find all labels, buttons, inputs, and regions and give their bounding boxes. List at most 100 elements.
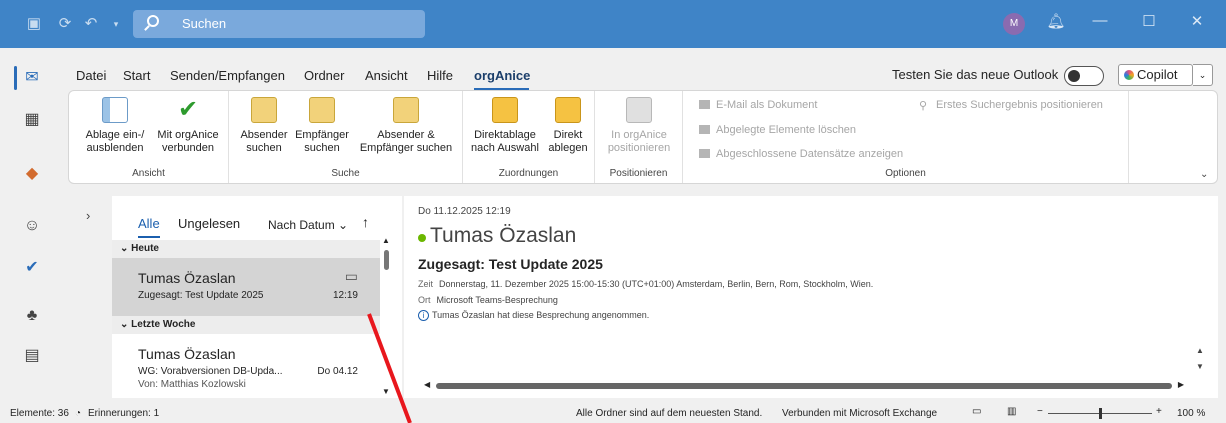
horizontal-scrollbar[interactable]: ◀ ▶ [424,380,1184,390]
calendar-icon[interactable]: ▦ [18,106,46,134]
group-header-today[interactable]: ⌄ Heute [112,240,380,258]
item-time: 12:19 [332,290,358,301]
ablage-toggle-button[interactable]: Ablage ein-/ ausblenden [79,97,151,155]
menu-senden-empfangen[interactable]: Senden/Empfangen [170,68,285,83]
status-reminders[interactable]: Erinnerungen: 1 [88,408,159,419]
reading-pane: Do 11.12.2025 12:19 Tumas Özaslan Zugesa… [404,196,1218,398]
zoom-slider-thumb[interactable] [1099,408,1102,419]
list-item[interactable]: Tumas Özaslan WG: Vorabversionen DB-Upda… [112,334,380,398]
reading-scroll-up-icon[interactable]: ▲ [1196,346,1204,355]
scroll-left-icon[interactable]: ◀ [424,380,430,389]
direct-filing-selection-button[interactable]: Direktablage nach Auswahl [467,97,543,155]
app-rail: ✉ ▦ ◆ ☺ ✔ ♣ ▤ [0,48,64,398]
message-sender[interactable]: Tumas Özaslan [430,224,576,248]
bell-icon[interactable]: 🔔︎ [1046,12,1066,30]
position-label-2: positionieren [607,142,671,154]
sort-dropdown[interactable]: Nach Datum ⌄ [268,218,348,232]
sender-search-button[interactable]: Absender suchen [235,97,293,155]
try-new-outlook-label: Testen Sie das neue Outlook [892,67,1059,82]
delete-filed-icon [699,125,710,134]
zoom-out-icon[interactable]: − [1037,406,1043,417]
sync-icon[interactable]: ⟳ [55,14,75,34]
sort-direction-icon[interactable]: ↑ [362,214,369,230]
undo-icon[interactable]: ↶ [81,14,101,34]
mail-icon[interactable]: ✉ [18,64,46,92]
quick-access-dropdown-icon[interactable]: ▾ [106,14,126,34]
list-scrollbar[interactable]: ▲ ▼ [382,236,390,396]
item-subject: Zugesagt: Test Update 2025 [138,290,264,301]
menu-organice[interactable]: orgAnice [474,68,530,83]
email-as-document-option[interactable]: E-Mail als Dokument [699,99,817,111]
position-button[interactable]: In orgAnice positionieren [601,97,677,155]
search-icon [147,15,159,27]
group-label-positionieren: Positionieren [609,168,668,179]
scroll-up-icon[interactable]: ▲ [382,236,390,245]
file-arrow-icon [555,97,581,123]
connected-button[interactable]: ✔ Mit orgAnice verbunden [153,97,223,155]
direct-file-button[interactable]: Direkt ablegen [545,97,591,155]
info-icon: i [418,310,429,321]
list-scroll-thumb[interactable] [384,250,389,270]
copilot-dropdown-icon[interactable]: ⌄ [1193,64,1213,86]
horizontal-scroll-thumb[interactable] [436,383,1172,389]
item-sender: Tumas Özaslan [138,346,236,362]
list-item[interactable]: Tumas Özaslan Zugesagt: Test Update 2025… [112,258,380,316]
reading-view-icon[interactable]: ▥ [1007,406,1016,417]
copilot-app-icon[interactable]: ◆ [18,160,46,188]
copilot-button[interactable]: Copilot [1118,64,1193,86]
close-icon[interactable]: ✕ [1187,12,1207,30]
search-placeholder: Suchen [182,16,227,31]
menu-hilfe[interactable]: Hilfe [427,68,453,83]
sender-recipient-search-label-1: Absender & [377,129,435,141]
status-bar: Elemente: 36 ◔ Erinnerungen: 1 Alle Ordn… [0,403,1226,423]
ribbon-group-suche: Absender suchen Empfänger suchen Absende… [229,91,463,183]
first-result-option[interactable]: ⚲ Erstes Suchergebnis positionieren [919,99,1103,112]
item-sender: Tumas Özaslan [138,270,236,286]
connected-label-2: verbunden [162,142,214,154]
recipient-search-button[interactable]: Empfänger suchen [293,97,351,155]
connected-label-1: Mit orgAnice [157,129,219,141]
org-chart-icon[interactable]: ♣ [18,302,46,330]
filter-all[interactable]: Alle [138,216,160,231]
meeting-time-key: Zeit [418,279,434,289]
ribbon-collapse-icon[interactable]: ⌄ [1200,169,1208,180]
menu-start[interactable]: Start [123,68,150,83]
meeting-time-row: Zeit Donnerstag, 11. Dezember 2025 15:00-… [418,279,873,289]
direct-file-label-2: ablegen [548,142,588,154]
reading-scroll-down-icon[interactable]: ▼ [1196,362,1204,371]
item-subject: WG: Vorabversionen DB-Upda... [138,366,283,377]
email-as-document-label: E-Mail als Dokument [716,99,818,111]
menu-ordner[interactable]: Ordner [304,68,344,83]
menu-ansicht[interactable]: Ansicht [365,68,408,83]
folder-pane-expand-icon[interactable]: › [86,208,90,223]
scroll-right-icon[interactable]: ▶ [1178,380,1184,389]
clipboard-icon[interactable]: ▤ [18,342,46,370]
todo-icon[interactable]: ✔ [18,254,46,282]
filter-unread[interactable]: Ungelesen [178,216,240,231]
show-closed-records-option[interactable]: Abgeschlossene Datensätze anzeigen [699,148,903,160]
new-outlook-toggle[interactable] [1064,66,1104,86]
avatar[interactable]: M [1003,13,1025,35]
scroll-down-icon[interactable]: ▼ [382,387,390,396]
title-bar: ▣ ⟳ ↶ ▾ Suchen M 🔔︎ — ☐ ✕ [0,0,1226,48]
minimize-icon[interactable]: — [1090,12,1110,29]
accepted-info-row: i Tumas Özaslan hat diese Besprechung ang… [418,310,649,321]
recipient-search-label-2: suchen [304,142,340,154]
recipient-search-label-1: Empfänger [295,129,349,141]
zoom-in-icon[interactable]: + [1156,406,1162,417]
search-box[interactable]: Suchen [133,10,425,38]
menu-datei[interactable]: Datei [76,68,106,83]
group-label-suche: Suche [331,168,360,179]
delete-filed-option[interactable]: Abgelegte Elemente löschen [699,124,856,136]
people-icon[interactable]: ☺ [18,212,46,240]
maximize-icon[interactable]: ☐ [1139,12,1159,30]
sender-recipient-search-button[interactable]: Absender & Empfänger suchen [353,97,459,155]
sender-search-icon [251,97,277,123]
normal-view-icon[interactable]: ▭ [972,406,981,417]
zoom-level[interactable]: 100 % [1177,408,1205,419]
group-header-last-week[interactable]: ⌄ Letzte Woche [112,316,380,334]
panel-icon [102,97,128,123]
closed-records-icon [699,149,710,158]
meeting-location-key: Ort [418,295,431,305]
bell-outline-icon: ◔ [75,408,82,419]
